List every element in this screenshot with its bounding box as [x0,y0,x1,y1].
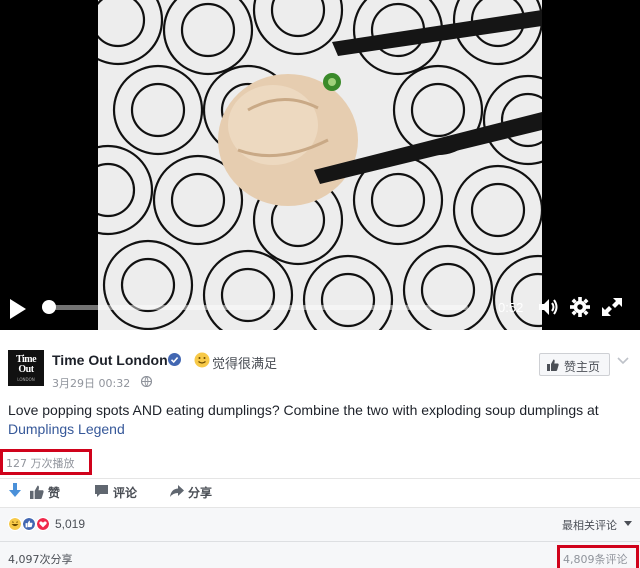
reactions-section [0,507,640,568]
like-page-button[interactable]: 赞主页 [539,353,610,376]
video-frame[interactable] [98,0,542,330]
progress-handle[interactable] [42,300,56,314]
progress-bar[interactable] [46,305,468,310]
view-count: 127 万次播放 [6,457,75,470]
page-name[interactable]: Time Out London [52,352,168,368]
like-reaction-icon[interactable] [22,517,36,531]
post-caption: Love popping spots AND eating dumplings?… [8,401,608,439]
reactions-count[interactable]: 5,019 [55,517,85,531]
share-count[interactable]: 4,097次分享 [8,551,73,567]
comment-label: 评论 [113,486,138,500]
post-timestamp[interactable]: 3月29日 00:32 [52,375,130,391]
verified-icon [168,353,181,366]
page-avatar[interactable]: Time Out LONDON [8,350,44,386]
caption-text: Love popping spots AND eating dumplings?… [8,402,599,418]
feeling-text: 觉得很满足 [212,357,278,372]
chevron-down-icon[interactable] [617,357,629,365]
avatar-logo-sub: LONDON [17,377,35,382]
fullscreen-icon[interactable] [601,297,623,317]
volume-icon[interactable] [537,297,559,317]
caption-link[interactable]: Dumplings Legend [8,421,125,437]
like-page-label: 赞主页 [564,360,601,374]
caret-down-icon[interactable] [624,521,632,526]
comment-count[interactable]: 4,809条评论 [563,551,628,567]
share-icon [170,485,184,497]
video-player[interactable]: 0:52 [0,0,640,330]
share-button[interactable]: 分享 [170,484,220,500]
globe-icon [141,376,152,387]
thumbs-up-icon [30,485,44,499]
avatar-logo: Time Out [15,354,37,375]
comment-icon [95,485,108,497]
video-time: 0:52 [498,300,524,315]
share-label: 分享 [188,486,213,500]
comment-sort-dropdown[interactable]: 最相关评论 [562,517,617,533]
play-icon[interactable] [10,299,26,319]
haha-reaction-icon[interactable] [8,517,22,531]
love-reaction-icon[interactable] [36,517,50,531]
divider [0,541,640,542]
download-arrow-icon[interactable] [8,483,22,499]
gear-icon[interactable] [569,297,591,317]
dumpling-video-still [98,0,542,330]
thumbs-up-icon [547,359,559,371]
like-label: 赞 [48,486,61,500]
like-button[interactable]: 赞 [30,484,70,500]
divider [0,507,640,508]
smiley-icon [194,352,210,368]
comment-button[interactable]: 评论 [95,484,145,500]
divider [0,478,640,479]
